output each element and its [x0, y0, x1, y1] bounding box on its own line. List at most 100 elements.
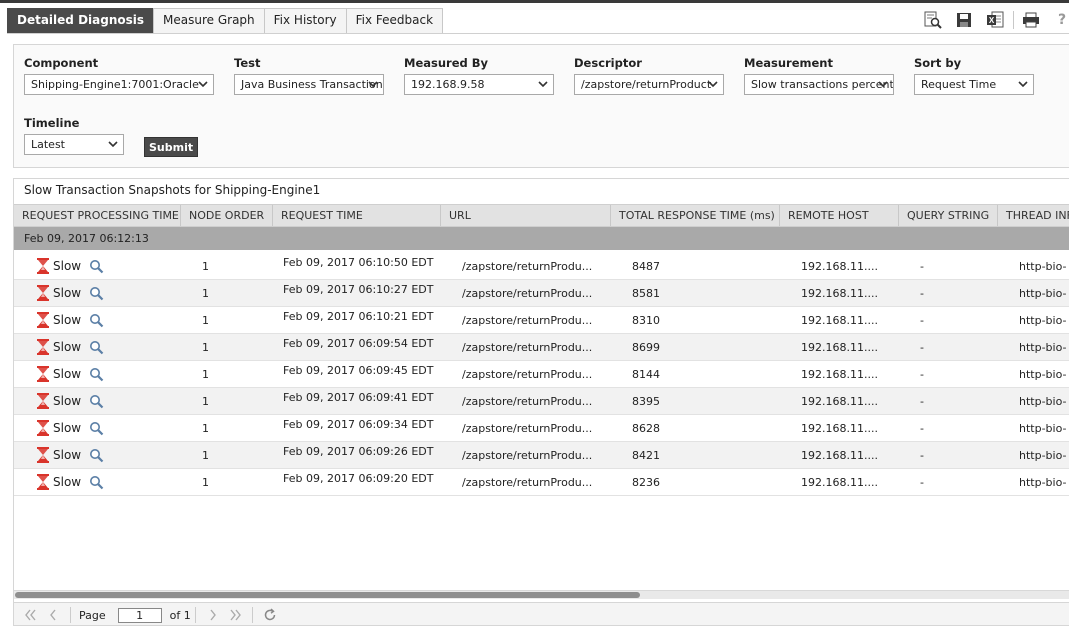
query-string-cell: -: [920, 475, 924, 489]
table-row[interactable]: Slow 1 Feb 09, 2017 06:10:27 EDT/zapstore/…: [14, 280, 1069, 307]
page-number-input[interactable]: 1: [117, 607, 162, 623]
hourglass-icon: [37, 366, 49, 382]
remote-host-cell: 192.168.11....: [801, 259, 878, 273]
request-processing-cell: Slow: [14, 447, 181, 463]
column-header[interactable]: NODE ORDER: [181, 205, 273, 226]
table-row[interactable]: Slow 1 Feb 09, 2017 06:10:21 EDT/zapstore/…: [14, 307, 1069, 334]
status-label: Slow: [53, 313, 82, 327]
svg-text:X: X: [989, 16, 995, 25]
measured-by-label: Measured By: [404, 56, 489, 70]
column-header[interactable]: REQUEST PROCESSING TIME: [14, 205, 181, 226]
magnifier-icon[interactable]: [89, 286, 104, 301]
query-string-cell: -: [920, 313, 924, 327]
response-time-cell: 8310: [632, 313, 660, 327]
magnifier-icon[interactable]: [89, 340, 104, 355]
table-row[interactable]: Slow 1 Feb 09, 2017 06:09:26 EDT/zapstore/…: [14, 442, 1069, 469]
request-time-cell: Feb 09, 2017 06:09:41 EDT: [283, 390, 434, 404]
save-icon[interactable]: [955, 10, 973, 30]
request-time-cell: Feb 09, 2017 06:09:34 EDT: [283, 417, 434, 431]
request-time-cell: Feb 09, 2017 06:10:27 EDT: [283, 282, 434, 296]
table-row[interactable]: Slow 1 Feb 09, 2017 06:09:41 EDT/zapstore/…: [14, 388, 1069, 415]
magnifier-icon[interactable]: [89, 394, 104, 409]
first-page-icon[interactable]: [22, 607, 40, 623]
chevron-down-icon: [1018, 81, 1028, 88]
excel-export-icon[interactable]: X: [986, 10, 1004, 30]
url-cell: /zapstore/returnProdu...: [462, 394, 593, 408]
thread-info-cell: http-bio-: [1019, 367, 1067, 381]
status-label: Slow: [53, 286, 82, 300]
magnifier-icon[interactable]: [89, 421, 104, 436]
column-header[interactable]: REQUEST TIME: [273, 205, 441, 226]
magnifier-icon[interactable]: [89, 259, 104, 274]
table-row[interactable]: Slow 1 Feb 09, 2017 06:09:54 EDT/zapstore/…: [14, 334, 1069, 361]
url-cell: /zapstore/returnProdu...: [462, 286, 593, 300]
query-string-cell: -: [920, 286, 924, 300]
previous-page-icon[interactable]: [44, 607, 62, 623]
timeline-select[interactable]: Latest: [24, 134, 124, 155]
hourglass-icon: [37, 393, 49, 409]
snapshot-table-panel: Slow Transaction Snapshots for Shipping-…: [13, 178, 1069, 626]
status-label: Slow: [53, 259, 82, 273]
refresh-icon[interactable]: [261, 607, 279, 623]
query-string-cell: -: [920, 259, 924, 273]
submit-button[interactable]: Submit: [144, 137, 199, 157]
page-label: Page: [79, 608, 106, 622]
measured-by-filter: Measured By 192.168.9.58: [404, 56, 554, 95]
status-label: Slow: [53, 448, 82, 462]
remote-host-cell: 192.168.11....: [801, 448, 878, 462]
magnifier-icon[interactable]: [89, 313, 104, 328]
tab-detailed-diagnosis[interactable]: Detailed Diagnosis: [7, 8, 155, 33]
print-icon[interactable]: [1022, 10, 1040, 30]
table-row[interactable]: Slow 1 Feb 09, 2017 06:09:34 EDT/zapstore/…: [14, 415, 1069, 442]
measurement-value: Slow transactions percent: [751, 78, 894, 91]
magnifier-icon[interactable]: [89, 448, 104, 463]
chevron-down-icon: [538, 81, 548, 88]
table-row[interactable]: Slow 1 Feb 09, 2017 06:09:20 EDT/zapstore/…: [14, 469, 1069, 496]
filter-panel: Component Shipping-Engine1:7001:Oracle T…: [13, 44, 1069, 168]
test-value: Java Business Transactions: [241, 78, 384, 91]
column-header[interactable]: QUERY STRING: [899, 205, 998, 226]
request-time-cell: Feb 09, 2017 06:10:50 EDT: [283, 255, 434, 269]
table-row[interactable]: Slow 1 Feb 09, 2017 06:10:50 EDT/zapstore/…: [14, 253, 1069, 280]
column-header[interactable]: TOTAL RESPONSE TIME (ms): [611, 205, 780, 226]
column-header[interactable]: THREAD INFO: [998, 205, 1069, 226]
response-time-cell: 8581: [632, 286, 660, 300]
request-time-cell: Feb 09, 2017 06:09:54 EDT: [283, 336, 434, 350]
status-label: Slow: [53, 367, 82, 381]
sort-by-select[interactable]: Request Time: [914, 74, 1034, 95]
request-time-cell: Feb 09, 2017 06:09:20 EDT: [283, 471, 434, 485]
component-value: Shipping-Engine1:7001:Oracle: [31, 78, 199, 91]
measured-by-select[interactable]: 192.168.9.58: [404, 74, 554, 95]
tab-fix-feedback[interactable]: Fix Feedback: [345, 8, 444, 33]
pager-separator: [194, 607, 196, 623]
column-header[interactable]: REMOTE HOST: [780, 205, 899, 226]
horizontal-scrollbar[interactable]: [14, 590, 1069, 599]
component-select[interactable]: Shipping-Engine1:7001:Oracle: [24, 74, 214, 95]
request-processing-cell: Slow: [14, 258, 181, 274]
magnifier-icon[interactable]: [89, 367, 104, 382]
group-row-timestamp[interactable]: Feb 09, 2017 06:12:13: [14, 227, 1069, 250]
tab-fix-history[interactable]: Fix History: [263, 8, 347, 33]
timeline-value: Latest: [31, 138, 65, 151]
hourglass-icon: [37, 420, 49, 436]
response-time-cell: 8421: [632, 448, 660, 462]
help-label: ?: [1057, 12, 1067, 28]
measurement-select[interactable]: Slow transactions percent: [744, 74, 894, 95]
inspect-icon[interactable]: [924, 10, 942, 30]
column-header[interactable]: URL: [441, 205, 611, 226]
descriptor-select[interactable]: /zapstore/returnProduct: [574, 74, 724, 95]
tab-measure-graph[interactable]: Measure Graph: [153, 8, 265, 33]
node-order-cell: 1: [202, 475, 209, 489]
sort-by-value: Request Time: [921, 78, 997, 91]
test-select[interactable]: Java Business Transactions: [234, 74, 384, 95]
magnifier-icon[interactable]: [89, 475, 104, 490]
help-icon[interactable]: ?: [1053, 10, 1069, 30]
descriptor-filter: Descriptor /zapstore/returnProduct: [574, 56, 724, 95]
table-row[interactable]: Slow 1 Feb 09, 2017 06:09:45 EDT/zapstore/…: [14, 361, 1069, 388]
last-page-icon[interactable]: [226, 607, 244, 623]
scrollbar-thumb[interactable]: [15, 592, 640, 598]
next-page-icon[interactable]: [204, 607, 222, 623]
test-label: Test: [234, 56, 261, 70]
test-filter: Test Java Business Transactions: [234, 56, 384, 95]
pager-separator: [251, 607, 253, 623]
